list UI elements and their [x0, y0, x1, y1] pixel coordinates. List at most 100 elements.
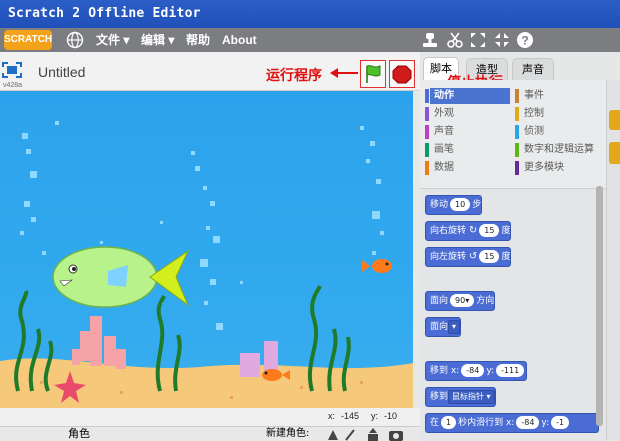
category-label: 事件: [524, 90, 544, 101]
category-operators[interactable]: 数字和逻辑运算: [515, 142, 606, 158]
menu-about[interactable]: About: [222, 28, 257, 52]
sprite-bar: 角色 新建角色:: [0, 426, 420, 441]
category-label: 数字和逻辑运算: [524, 144, 594, 155]
y-input[interactable]: -1: [551, 416, 570, 429]
block-text: 面向: [430, 322, 449, 332]
version-label: v428a: [3, 82, 23, 89]
towards-dropdown[interactable]: ▾: [448, 319, 461, 334]
block-text: y:: [541, 418, 550, 428]
cut-icon[interactable]: [445, 30, 465, 50]
category-label: 动作: [434, 90, 454, 101]
block-text: 向左旋转: [430, 252, 467, 262]
fish-sprite: [52, 246, 190, 308]
x-value: -145: [341, 411, 360, 421]
green-flag-button[interactable]: [360, 60, 386, 88]
fullscreen-icon[interactable]: [2, 62, 22, 78]
help-icon[interactable]: ?: [515, 30, 535, 50]
category-label: 声音: [434, 126, 454, 137]
seconds-input[interactable]: 1: [441, 416, 457, 429]
block-list: 移动 10 步 向右旋转 ↻ 15 度 向左旋转 ↺ 15 度 面向 90▾ 方向 面向 ▾ 移到…: [420, 188, 606, 441]
menu-help[interactable]: 帮助: [186, 28, 210, 52]
stamp-icon[interactable]: [420, 30, 440, 50]
block-goto[interactable]: 移到 鼠标指针 ▾: [425, 387, 496, 407]
steps-input[interactable]: 10: [450, 198, 471, 211]
block-point-direction[interactable]: 面向 90▾ 方向: [425, 291, 496, 311]
menu-bar: SCRATCH 文件 ▾ 编辑 ▾ 帮助 About ?: [0, 28, 620, 52]
block-turn-left[interactable]: 向左旋转 ↺ 15 度: [425, 247, 512, 267]
block-text: 度: [501, 226, 511, 236]
category-looks[interactable]: 外观: [425, 106, 510, 122]
block-text: 移动: [430, 200, 449, 210]
category-pen[interactable]: 画笔: [425, 142, 510, 158]
script-block-edge[interactable]: [609, 110, 620, 130]
block-text: 面向: [430, 296, 449, 306]
stage-scene: [0, 121, 413, 408]
svg-text:?: ?: [521, 34, 528, 48]
category-color-bar: [425, 161, 429, 175]
palette-scrollbar[interactable]: [596, 186, 603, 426]
block-turn-right[interactable]: 向右旋转 ↻ 15 度: [425, 221, 512, 241]
block-text: 秒内滑行到 x:: [458, 418, 515, 428]
block-text: 度: [501, 252, 511, 262]
mouse-coordinates: x: -145 y: -10: [0, 408, 420, 426]
choose-sprite-icon[interactable]: [326, 428, 340, 441]
block-glide[interactable]: 在 1 秒内滑行到 x: -84 y: -1: [425, 413, 599, 433]
menu-edit[interactable]: 编辑 ▾: [141, 28, 174, 52]
project-title[interactable]: Untitled: [38, 64, 85, 80]
category-label: 画笔: [434, 144, 454, 155]
category-label: 侦测: [524, 126, 544, 137]
y-label: y:: [371, 411, 379, 421]
category-color-bar: [515, 161, 519, 175]
block-text: y:: [486, 366, 495, 376]
category-sound[interactable]: 声音: [425, 124, 510, 140]
upload-sprite-icon[interactable]: [366, 428, 380, 441]
x-input[interactable]: -84: [461, 364, 485, 377]
category-label: 数据: [434, 162, 454, 173]
category-more-blocks[interactable]: 更多模块: [515, 160, 604, 176]
tab-sounds[interactable]: 声音: [512, 58, 554, 81]
camera-icon[interactable]: [388, 428, 404, 441]
degrees-input[interactable]: 15: [479, 250, 500, 263]
y-value: -10: [384, 411, 398, 421]
goto-dropdown[interactable]: 鼠标指针 ▾: [448, 389, 495, 404]
block-text: 步: [472, 200, 482, 210]
block-move-steps[interactable]: 移动 10 步: [425, 195, 483, 215]
shrink-icon[interactable]: [492, 30, 512, 50]
language-globe-icon[interactable]: [66, 31, 84, 49]
category-color-bar: [515, 107, 519, 121]
category-color-bar: [425, 143, 429, 157]
menu-file[interactable]: 文件 ▾: [96, 28, 129, 52]
degrees-input[interactable]: 15: [479, 224, 500, 237]
script-block-edge[interactable]: [609, 142, 620, 164]
grow-icon[interactable]: [468, 30, 488, 50]
category-color-bar: [425, 107, 429, 121]
direction-input[interactable]: 90▾: [450, 294, 475, 307]
x-input[interactable]: -84: [516, 416, 540, 429]
new-sprite-label: 新建角色:: [266, 428, 310, 439]
script-area[interactable]: [607, 80, 620, 440]
stop-button[interactable]: [389, 60, 415, 88]
category-color-bar: [515, 125, 519, 139]
category-control[interactable]: 控制: [515, 106, 604, 122]
y-input[interactable]: -111: [496, 364, 525, 377]
block-text: 向右旋转: [430, 226, 467, 236]
category-data[interactable]: 数据: [425, 160, 510, 176]
block-goto-xy[interactable]: 移到 x: -84 y: -111: [425, 361, 528, 381]
window-titlebar: Scratch 2 Offline Editor: [0, 0, 620, 29]
category-label: 外观: [434, 108, 454, 119]
block-point-towards[interactable]: 面向 ▾: [425, 317, 462, 337]
block-text: 方向: [476, 296, 495, 306]
category-motion[interactable]: 动作: [425, 88, 510, 104]
stop-icon: [392, 65, 412, 84]
category-color-bar: [425, 125, 429, 139]
category-sensing[interactable]: 侦测: [515, 124, 604, 140]
paint-sprite-icon[interactable]: [344, 428, 356, 441]
sprites-label: 角色: [68, 427, 90, 440]
small-fish-right: [362, 259, 392, 273]
stage[interactable]: [0, 91, 413, 408]
window-title: Scratch 2 Offline Editor: [8, 6, 201, 21]
scratch-logo[interactable]: SCRATCH: [4, 30, 52, 50]
block-text: 移到: [430, 392, 449, 402]
x-label: x:: [328, 411, 336, 421]
category-events[interactable]: 事件: [515, 88, 604, 104]
